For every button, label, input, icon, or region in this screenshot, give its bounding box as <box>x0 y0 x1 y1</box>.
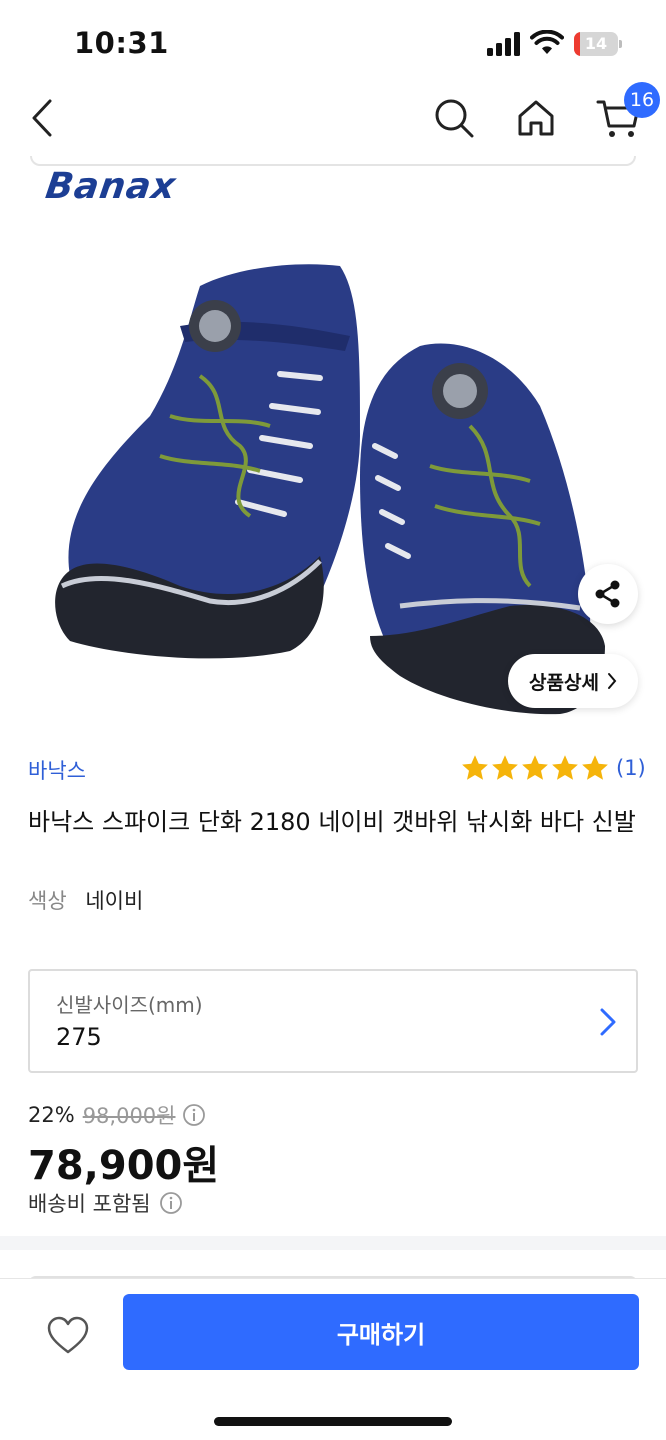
color-value: 네이비 <box>85 889 144 913</box>
color-row: 색상 네이비 <box>28 885 143 915</box>
chevron-left-icon <box>32 99 52 137</box>
left-shoe-image <box>55 264 360 659</box>
original-price: 98,000원 <box>82 1104 176 1128</box>
star-icon <box>552 755 578 780</box>
image-frame-edge <box>30 156 636 166</box>
discount-rate: 22% <box>28 1103 75 1127</box>
battery-level: 14 <box>584 34 608 53</box>
color-label: 색상 <box>28 889 67 913</box>
discount-row: 22% 98,000원 <box>28 1100 206 1130</box>
status-time: 10:31 <box>74 26 169 60</box>
home-indicator <box>214 1417 452 1426</box>
share-icon <box>595 580 620 608</box>
share-button[interactable] <box>578 564 638 624</box>
section-divider <box>0 1236 666 1250</box>
cart-count-badge: 16 <box>624 82 660 118</box>
brand-logo: Banax <box>43 166 179 207</box>
wishlist-button[interactable] <box>40 1309 96 1361</box>
chevron-right-icon <box>607 673 617 689</box>
info-icon[interactable] <box>182 1103 206 1127</box>
star-icon <box>582 755 608 780</box>
product-detail-button[interactable]: 상품상세 <box>508 654 638 708</box>
chevron-right-icon <box>600 1008 616 1036</box>
wifi-icon <box>530 30 564 54</box>
cellular-signal-icon <box>487 32 520 56</box>
star-icon <box>522 755 548 780</box>
search-button[interactable] <box>430 94 478 142</box>
rating-summary[interactable]: (1) <box>460 752 646 784</box>
review-count: (1) <box>616 756 646 780</box>
star-icon <box>492 755 518 780</box>
shoe-size-value: 275 <box>56 1023 102 1051</box>
status-bar: 10:31 14 <box>0 0 666 80</box>
brand-link[interactable]: 바낙스 <box>28 755 86 785</box>
shipping-row: 배송비 포함됨 <box>28 1188 183 1218</box>
product-detail-label: 상품상세 <box>529 671 599 694</box>
shoe-size-label: 신발사이즈(mm) <box>56 993 203 1017</box>
search-icon <box>435 99 474 138</box>
heart-icon <box>47 1316 89 1354</box>
buy-button[interactable]: 구매하기 <box>123 1294 639 1370</box>
shoe-size-selector[interactable]: 신발사이즈(mm) 275 <box>28 969 638 1073</box>
star-icon <box>462 755 488 780</box>
product-title: 바낙스 스파이크 단화 2180 네이비 갯바위 낚시화 바다 신발 <box>28 808 636 836</box>
rating-stars <box>460 753 610 783</box>
battery-icon: 14 <box>574 32 622 56</box>
home-icon <box>518 100 554 136</box>
info-icon[interactable] <box>159 1191 183 1215</box>
shipping-text: 배송비 포함됨 <box>28 1192 151 1216</box>
top-nav-bar <box>0 80 666 156</box>
sale-price: 78,900원 <box>28 1143 220 1189</box>
home-button[interactable] <box>512 94 560 142</box>
product-image-carousel[interactable]: Banax 상품상세 <box>0 156 666 730</box>
back-button[interactable] <box>18 94 66 142</box>
bottom-action-bar: 구매하기 <box>0 1278 666 1440</box>
